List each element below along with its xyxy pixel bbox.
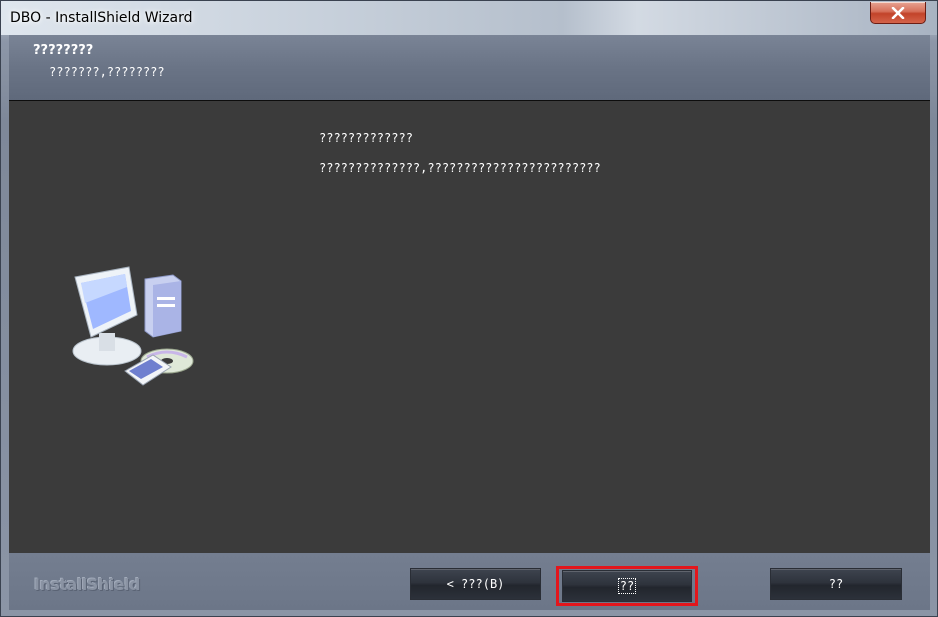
next-button-highlight: ?? [556,566,698,606]
computer-setup-icon [67,263,197,397]
cancel-button-label: ?? [828,577,844,591]
installer-window: DBO - InstallShield Wizard ???????? ????… [0,0,938,617]
installshield-logo: InstallShield [34,575,140,594]
cancel-button[interactable]: ?? [770,568,902,600]
content-panel: ????????????? ??????????????,???????????… [9,101,930,553]
status-detail: ??????????????,???????????????????????? [319,161,601,175]
next-button[interactable]: ?? [562,570,692,602]
back-button[interactable]: < ???(B) [410,568,541,600]
back-button-label: < ???(B) [446,577,505,591]
footer-bar: InstallShield < ???(B) ?? ?? [9,553,930,610]
close-icon [891,6,905,19]
close-button[interactable] [870,2,926,24]
next-button-label: ?? [617,578,637,594]
header-band: ???????? ???????,???????? [9,35,930,101]
page-title: ???????? [33,43,94,58]
window-title: DBO - InstallShield Wizard [10,10,193,26]
page-subtitle: ???????,???????? [49,65,165,79]
status-message: ????????????? [319,131,413,145]
title-bar[interactable]: DBO - InstallShield Wizard [1,1,937,35]
